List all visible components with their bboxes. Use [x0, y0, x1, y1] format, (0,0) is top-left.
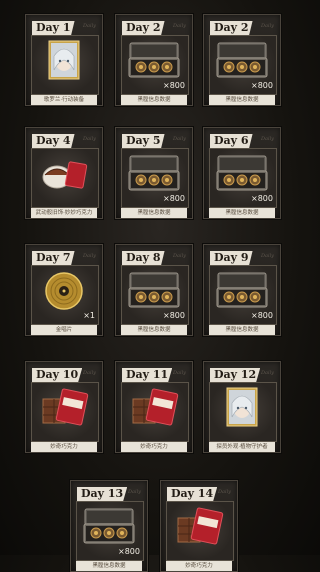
data-case-icon: [215, 40, 269, 80]
reward-label: 妙奇巧克力: [121, 442, 187, 452]
day-tag: Day 9: [210, 251, 253, 265]
reward-card[interactable]: Day 13 Daily ×800 黑膛信息数据: [70, 480, 148, 572]
reward-label: 黑膛信息数据: [76, 561, 142, 571]
reward-card[interactable]: Day 8 Daily ×800 黑膛信息数据: [115, 244, 193, 336]
reward-card[interactable]: Day 4 Daily 武动般旧饰·妙妙巧克力: [25, 127, 103, 219]
day-tag: Day 11: [122, 368, 173, 382]
reward-label: 妙奇巧克力: [31, 442, 97, 452]
reward-card[interactable]: Day 14 Daily 妙奇巧克力: [160, 480, 238, 572]
character-portrait-icon: [215, 387, 269, 427]
chocolate-icon: [172, 506, 226, 546]
reward-quantity: ×1: [83, 311, 95, 320]
card-watermark: Daily: [260, 23, 274, 29]
reward-label: 黑膛信息数据: [121, 325, 187, 335]
reward-card[interactable]: Day 12 Daily 探员外观·植物守护者: [203, 361, 281, 453]
reward-card[interactable]: Day 9 Daily ×800 黑膛信息数据: [203, 244, 281, 336]
reward-label: 黑膛信息数据: [121, 208, 187, 218]
character-portrait-icon: [37, 40, 91, 80]
chocolate-icon: [127, 387, 181, 427]
reward-label: 武动般旧饰·妙妙巧克力: [31, 208, 97, 218]
reward-card[interactable]: Day 6 Daily ×800 黑膛信息数据: [203, 127, 281, 219]
reward-quantity: ×800: [163, 311, 185, 320]
day-tag: Day 8: [122, 251, 165, 265]
card-watermark: Daily: [172, 136, 186, 142]
day-tag: Day 2: [122, 21, 165, 35]
day-tag: Day 1: [32, 21, 75, 35]
card-watermark: Daily: [217, 489, 231, 495]
reward-label: 黑膛信息数据: [209, 95, 275, 105]
data-case-icon: [127, 153, 181, 193]
reward-quantity: ×800: [163, 81, 185, 90]
reward-label: 黑膛信息数据: [209, 325, 275, 335]
card-watermark: Daily: [172, 370, 186, 376]
data-case-icon: [215, 270, 269, 310]
card-watermark: Daily: [82, 253, 96, 259]
card-watermark: Daily: [82, 370, 96, 376]
card-watermark: Daily: [82, 23, 96, 29]
reward-label: 探员外观·植物守护者: [209, 442, 275, 452]
day-tag: Day 13: [77, 487, 128, 501]
day-tag: Day 2: [210, 21, 253, 35]
day-tag: Day 14: [167, 487, 218, 501]
reward-quantity: ×800: [251, 194, 273, 203]
data-case-icon: [127, 270, 181, 310]
data-case-icon: [82, 506, 136, 546]
data-case-icon: [127, 40, 181, 80]
reward-card[interactable]: Day 2 Daily ×800 黑膛信息数据: [115, 14, 193, 106]
card-watermark: Daily: [172, 23, 186, 29]
reward-card[interactable]: Day 1 Daily 歌罗兰·行动装备: [25, 14, 103, 106]
card-watermark: Daily: [260, 253, 274, 259]
day-tag: Day 12: [210, 368, 261, 382]
card-watermark: Daily: [172, 253, 186, 259]
card-watermark: Daily: [82, 136, 96, 142]
reward-quantity: ×800: [251, 81, 273, 90]
reward-card[interactable]: Day 7 Daily ×1 金唱片: [25, 244, 103, 336]
reward-card[interactable]: Day 2 Daily ×800 黑膛信息数据: [203, 14, 281, 106]
card-watermark: Daily: [260, 136, 274, 142]
reward-card[interactable]: Day 10 Daily 妙奇巧克力: [25, 361, 103, 453]
day-tag: Day 6: [210, 134, 253, 148]
chocolate-icon: [37, 387, 91, 427]
reward-quantity: ×800: [163, 194, 185, 203]
gold-record-icon: [37, 270, 91, 310]
reward-label: 歌罗兰·行动装备: [31, 95, 97, 105]
reward-card[interactable]: Day 11 Daily 妙奇巧克力: [115, 361, 193, 453]
card-watermark: Daily: [127, 489, 141, 495]
day-tag: Day 5: [122, 134, 165, 148]
day-tag: Day 10: [32, 368, 83, 382]
reward-label: 妙奇巧克力: [166, 561, 232, 571]
data-case-icon: [215, 153, 269, 193]
card-watermark: Daily: [260, 370, 274, 376]
reward-quantity: ×800: [251, 311, 273, 320]
day-tag: Day 7: [32, 251, 75, 265]
login-reward-grid: Day 1 Daily 歌罗兰·行动装备 Day 2 Daily ×800 黑膛…: [0, 0, 301, 572]
reward-label: 金唱片: [31, 325, 97, 335]
reward-label: 黑膛信息数据: [121, 95, 187, 105]
reward-label: 黑膛信息数据: [209, 208, 275, 218]
day-tag: Day 4: [32, 134, 75, 148]
pastry-icon: [37, 153, 91, 193]
reward-card[interactable]: Day 5 Daily ×800 黑膛信息数据: [115, 127, 193, 219]
